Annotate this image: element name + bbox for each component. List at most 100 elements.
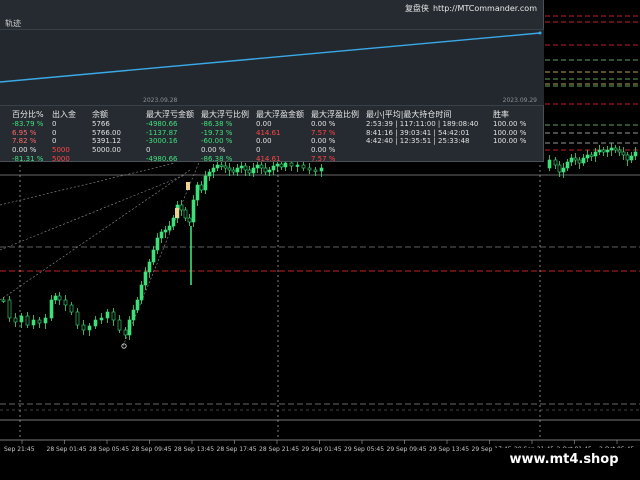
- candle-body: [589, 154, 594, 157]
- time-tick-label: 28 Sep 17:45: [217, 446, 257, 453]
- stats-cell: 5000: [52, 154, 70, 163]
- track-label: 轨迹: [5, 19, 21, 28]
- stats-cell: 7.57 %: [311, 128, 336, 137]
- stats-cell: 0.00: [256, 120, 272, 128]
- candle-body: [139, 284, 144, 301]
- col-win-rate: 胜率: [493, 109, 509, 119]
- stats-cell: 0: [146, 146, 151, 155]
- candle-body: [561, 167, 566, 173]
- stats-cell: 414.61: [256, 154, 281, 163]
- candle-body: [231, 169, 236, 173]
- stats-cell: -4980.66: [146, 120, 178, 128]
- candle-body: [227, 167, 232, 171]
- candle-body: [163, 229, 168, 233]
- time-tick-label: 28 Sep 01:45: [47, 446, 87, 453]
- candle-body: [171, 217, 176, 227]
- candle-body: [1, 299, 6, 302]
- candle-body: [207, 171, 212, 177]
- candle-body: [19, 315, 24, 323]
- candle-body: [131, 309, 136, 321]
- stats-cell: 5000: [52, 146, 70, 155]
- stats-cell: [493, 155, 533, 164]
- stats-cell: -83.79 %: [12, 120, 44, 128]
- col-percent: 百分比%: [12, 109, 44, 119]
- stats-cell: 4:42:40 | 12:35:51 | 25:33:48: [366, 137, 470, 146]
- time-tick-label: 28 Sep 05:45: [89, 446, 129, 453]
- stats-cell: [366, 146, 493, 155]
- col-max-float-profit-pct: 最大浮盈比例: [311, 109, 359, 119]
- stats-cell: 6.95 %: [12, 128, 37, 137]
- candle-body: [569, 157, 574, 163]
- candle-body: [199, 184, 204, 191]
- col-hold-time: 最小|平均|最大持仓时间: [366, 109, 452, 119]
- candle-body: [263, 167, 268, 173]
- stats-cell: 0.00 %: [201, 146, 226, 155]
- candle-body: [191, 199, 196, 223]
- candle-body: [255, 164, 260, 169]
- trade-marker: [121, 343, 127, 349]
- candle-body: [275, 163, 280, 167]
- candle-body: [7, 299, 12, 319]
- candle-body: [123, 329, 128, 336]
- trade-marker: [175, 208, 179, 218]
- stats-cell: -60.00 %: [201, 137, 233, 146]
- time-tick-label: Sep 21:45: [4, 446, 35, 453]
- candle-body: [63, 299, 68, 306]
- candle-body: [621, 151, 626, 156]
- candle-body: [243, 165, 248, 171]
- stats-cell: [366, 155, 493, 164]
- candle-body: [573, 157, 578, 161]
- mini-date-start: 2023.09.28: [143, 97, 178, 104]
- stats-cell: 100.00 %: [493, 128, 527, 137]
- replay-stats-panel: 复盘侠 http://MTCommander.com 轨迹 2023.09.28 …: [0, 0, 544, 164]
- candle-body: [601, 149, 606, 153]
- stats-cell: 0.00 %: [311, 146, 336, 155]
- candle-body: [81, 324, 86, 331]
- candle-body: [597, 149, 602, 153]
- brand-header: 复盘侠 http://MTCommander.com: [0, 3, 537, 14]
- candle-body: [187, 217, 192, 223]
- candle-body: [167, 225, 172, 231]
- stats-cell: 100.00 %: [493, 137, 527, 146]
- stats-cell: 5391.12: [92, 137, 121, 146]
- candle-body: [159, 231, 164, 239]
- col-balance: 余额: [92, 109, 108, 119]
- stats-cell: 0.00 %: [311, 137, 336, 146]
- equity-track-end: [538, 31, 542, 35]
- candle-body: [219, 164, 224, 167]
- stats-cell: [92, 155, 146, 164]
- stats-cell: 7.57 %: [311, 154, 336, 163]
- stats-row: -81.31 % 5000 -4980.66 -86.38 % 414.61 7.57 %: [12, 155, 533, 164]
- candle-body: [267, 169, 272, 173]
- candle-body: [625, 154, 630, 161]
- candle-body: [223, 165, 228, 169]
- candle-body: [99, 317, 104, 321]
- stats-cell: 414.61: [256, 128, 281, 137]
- stats-cell: -81.31 %: [12, 154, 44, 163]
- stats-cell: -3000.16: [146, 137, 178, 146]
- candle-body: [25, 315, 30, 326]
- candle-body: [629, 155, 634, 161]
- equity-track-line: [0, 32, 541, 83]
- trade-marker: [186, 182, 190, 190]
- candle-body: [259, 164, 264, 169]
- brand-url[interactable]: http://MTCommander.com: [433, 4, 537, 13]
- candle-body: [43, 317, 48, 324]
- candle-body: [585, 154, 590, 159]
- candle-body: [215, 164, 220, 169]
- stats-cell: [493, 146, 533, 155]
- stats-cell: 5000.00: [92, 146, 121, 155]
- stats-cell: 5766.00: [92, 128, 121, 137]
- col-max-float-loss: 最大浮亏金额: [146, 109, 194, 119]
- candle-body: [13, 317, 18, 323]
- candle-body: [235, 167, 240, 173]
- candle-body: [301, 164, 306, 169]
- candle-body: [211, 167, 216, 173]
- candle-body: [553, 159, 558, 166]
- candle-body: [111, 311, 116, 321]
- chart-grid: [0, 419, 640, 441]
- stats-row: 0.00 % 5000 5000.00 0 0.00 % 0 0.00 %: [12, 146, 533, 155]
- candle-body: [57, 295, 62, 301]
- stats-cell: -4980.66: [146, 154, 178, 163]
- candle-body: [155, 237, 160, 251]
